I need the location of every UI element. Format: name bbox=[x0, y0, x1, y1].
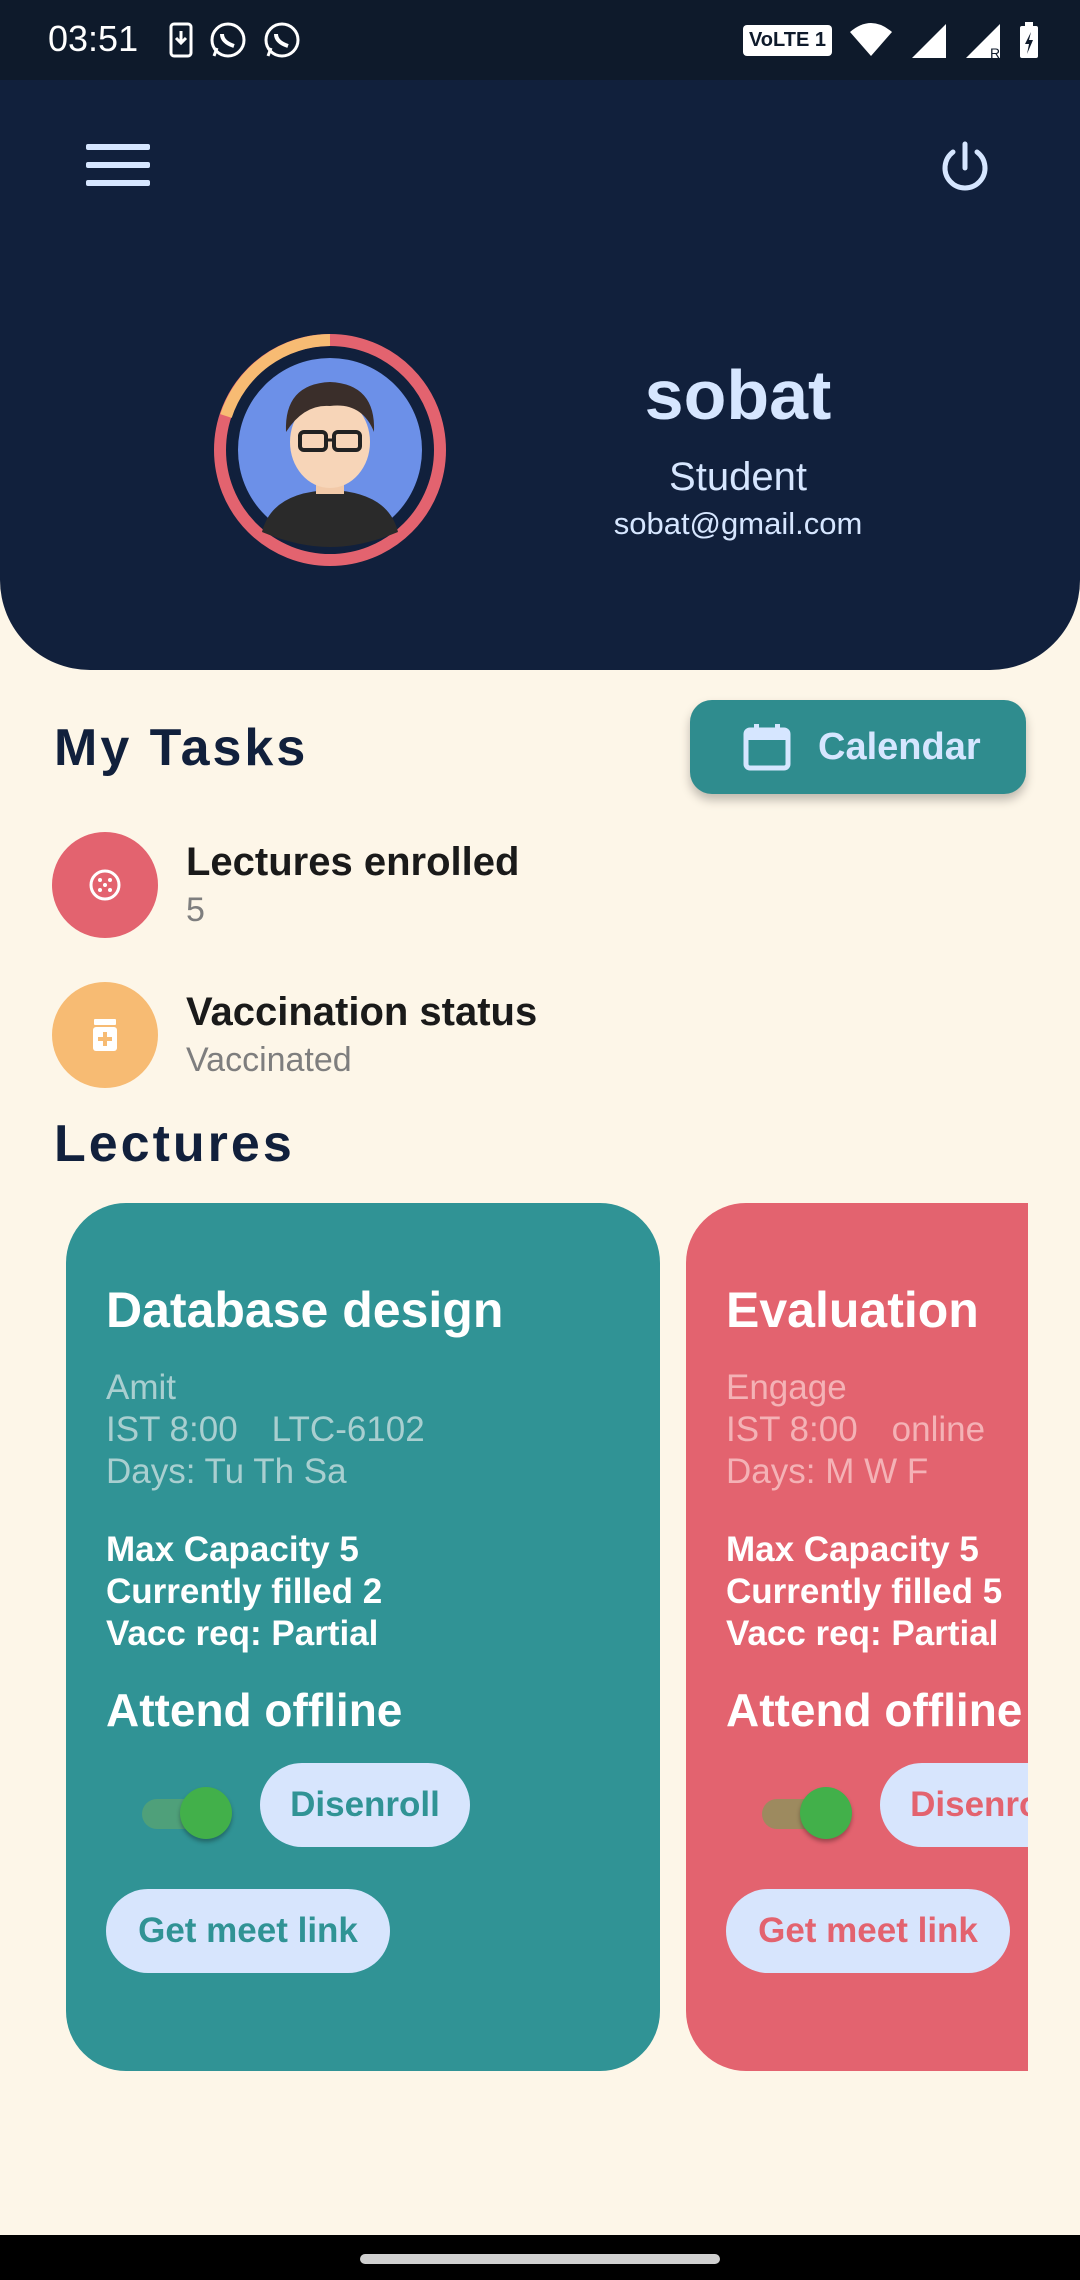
profile-name: sobat bbox=[644, 356, 832, 434]
status-bar: 03:51 VoLTE 1 R bbox=[0, 0, 1080, 80]
currently-filled: Currently filled 2 bbox=[106, 1572, 383, 1611]
lecture-meta: Amit IST 8:00 LTC-6102 Days: Tu Th Sa bbox=[106, 1367, 425, 1493]
lecture-title: Evaluation bbox=[726, 1282, 979, 1338]
lectures-icon bbox=[52, 832, 158, 938]
lecture-stats: Max Capacity 5 Currently filled 5 Vacc r… bbox=[726, 1529, 1002, 1655]
lecture-days: Days: M W F bbox=[726, 1452, 929, 1491]
lecture-card[interactable]: Database design Amit IST 8:00 LTC-6102 Da… bbox=[66, 1203, 660, 2071]
disenroll-button[interactable]: Disenroll bbox=[260, 1763, 470, 1847]
profile-role: Student bbox=[669, 455, 807, 499]
attend-offline-toggle[interactable] bbox=[138, 1783, 234, 1839]
calendar-button-label: Calendar bbox=[818, 725, 981, 768]
volte-badge: VoLTE 1 bbox=[742, 24, 832, 56]
attend-offline-label: Attend offline bbox=[726, 1684, 1023, 1736]
lecture-card[interactable]: Evaluation Engage IST 8:00 online Days: M… bbox=[686, 1203, 1028, 2071]
download-icon bbox=[169, 22, 193, 58]
task-item-vaccination-status: Vaccination status Vaccinated bbox=[52, 982, 537, 1088]
power-icon[interactable] bbox=[935, 138, 995, 198]
my-tasks-title: My Tasks bbox=[54, 719, 309, 777]
lecture-stats: Max Capacity 5 Currently filled 2 Vacc r… bbox=[106, 1529, 382, 1655]
signal-icon bbox=[912, 24, 946, 58]
lecture-time: IST 8:00 bbox=[726, 1410, 858, 1449]
task-label: Vaccination status bbox=[186, 990, 538, 1034]
battery-charging-icon bbox=[1020, 22, 1038, 58]
vacc-req: Vacc req: Partial bbox=[106, 1614, 379, 1653]
lecture-location: online bbox=[891, 1410, 986, 1449]
max-capacity: Max Capacity 5 bbox=[106, 1530, 359, 1569]
task-item-lectures-enrolled: Lectures enrolled 5 bbox=[52, 832, 519, 938]
vacc-req: Vacc req: Partial bbox=[726, 1614, 999, 1653]
lectures-title: Lectures bbox=[54, 1115, 295, 1173]
lecture-days: Days: Tu Th Sa bbox=[106, 1452, 347, 1491]
calendar-button[interactable]: Calendar bbox=[690, 700, 1026, 794]
home-indicator[interactable] bbox=[360, 2254, 720, 2264]
signal-roaming-icon: R bbox=[966, 24, 1000, 60]
disenroll-button[interactable]: Disenroll bbox=[880, 1763, 1028, 1847]
svg-text:R: R bbox=[990, 45, 1000, 60]
status-system-icons: VoLTE 1 R bbox=[742, 20, 1040, 60]
profile-header: sobat Student sobat@gmail.com bbox=[0, 80, 1080, 670]
task-label: Lectures enrolled bbox=[186, 840, 520, 884]
wifi-icon bbox=[850, 23, 892, 56]
get-meet-link-button[interactable]: Get meet link bbox=[106, 1889, 390, 1973]
lecture-title: Database design bbox=[106, 1282, 504, 1338]
status-notification-icons bbox=[168, 20, 302, 60]
attend-offline-label: Attend offline bbox=[106, 1684, 403, 1736]
avatar bbox=[214, 334, 446, 566]
task-value: 5 bbox=[186, 891, 205, 929]
hamburger-menu-icon[interactable] bbox=[86, 144, 150, 194]
lecture-cards-carousel[interactable]: Database design Amit IST 8:00 LTC-6102 Da… bbox=[0, 1203, 1028, 2073]
lecture-meta: Engage IST 8:00 online Days: M W F bbox=[726, 1367, 985, 1493]
whatsapp-icon bbox=[264, 22, 300, 58]
lecture-teacher: Engage bbox=[726, 1368, 847, 1407]
lecture-time: IST 8:00 bbox=[106, 1410, 238, 1449]
profile-email: sobat@gmail.com bbox=[613, 506, 863, 541]
whatsapp-icon bbox=[210, 22, 246, 58]
currently-filled: Currently filled 5 bbox=[726, 1572, 1003, 1611]
max-capacity: Max Capacity 5 bbox=[726, 1530, 979, 1569]
get-meet-link-button[interactable]: Get meet link bbox=[726, 1889, 1010, 1973]
lecture-location: LTC-6102 bbox=[271, 1410, 425, 1449]
vaccine-icon bbox=[52, 982, 158, 1088]
status-time: 03:51 bbox=[48, 18, 139, 59]
calendar-icon bbox=[743, 724, 791, 771]
task-value: Vaccinated bbox=[186, 1041, 352, 1079]
attend-offline-toggle[interactable] bbox=[758, 1783, 854, 1839]
lecture-teacher: Amit bbox=[106, 1368, 176, 1407]
